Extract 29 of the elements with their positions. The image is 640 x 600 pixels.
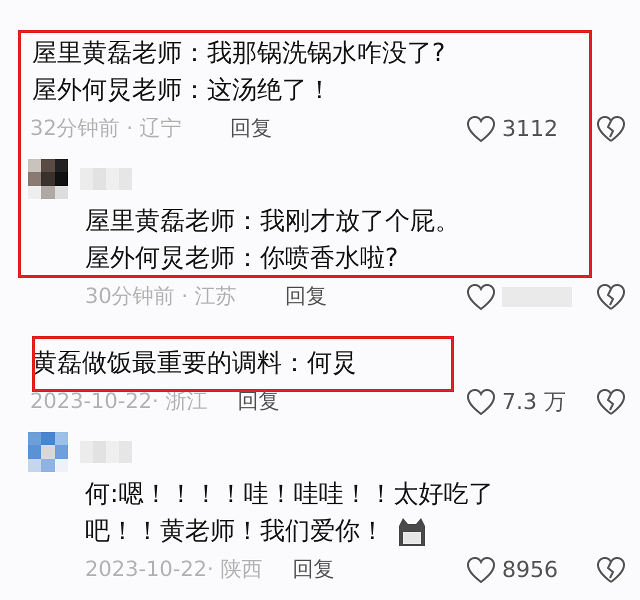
reply-button[interactable]: 回复: [285, 281, 327, 313]
blurred-name: [80, 168, 132, 190]
heart-icon[interactable]: [466, 115, 496, 143]
like-count: 8956: [502, 556, 558, 584]
broken-heart-icon[interactable]: [596, 283, 626, 311]
comment-text: 吧！！黄老师！我们爱你！: [85, 512, 640, 549]
comment-text: 何:嗯！！！！哇！哇哇！！太好吃了: [85, 478, 494, 510]
comment-text: 屋里黄磊老师：我那锅洗锅水咋没了?: [32, 37, 446, 69]
comment-text: 屋里黄磊老师：我刚才放了个屁。: [85, 205, 461, 237]
like-count: 3112: [502, 116, 558, 144]
broken-heart-icon[interactable]: [596, 115, 626, 143]
reply-button[interactable]: 回复: [292, 554, 334, 586]
reply-button[interactable]: 回复: [237, 386, 280, 418]
heart-icon[interactable]: [466, 556, 496, 584]
heart-icon[interactable]: [466, 388, 496, 416]
broken-heart-icon[interactable]: [596, 388, 626, 416]
like-count: 7.3 万: [502, 388, 566, 416]
comment-meta: 2023-10-22· 陕西: [85, 556, 262, 584]
comment-meta: 2023-10-22· 浙江: [30, 388, 208, 416]
broken-heart-icon[interactable]: [596, 556, 626, 584]
reply-button[interactable]: 回复: [230, 113, 272, 145]
comment-text: 黄磊做饭最重要的调料：何炅: [32, 347, 358, 379]
comment-text: 屋外何炅老师：你喷香水啦?: [85, 242, 400, 274]
heart-icon[interactable]: [466, 283, 496, 311]
blurred-avatar[interactable]: [28, 159, 68, 199]
blurred-name: [80, 441, 132, 463]
comment-text: 屋外何炅老师：这汤绝了！: [32, 74, 333, 106]
comment-meta: 32分钟前 · 辽宁: [30, 115, 183, 142]
comment-meta: 30分钟前 · 江苏: [85, 283, 238, 310]
